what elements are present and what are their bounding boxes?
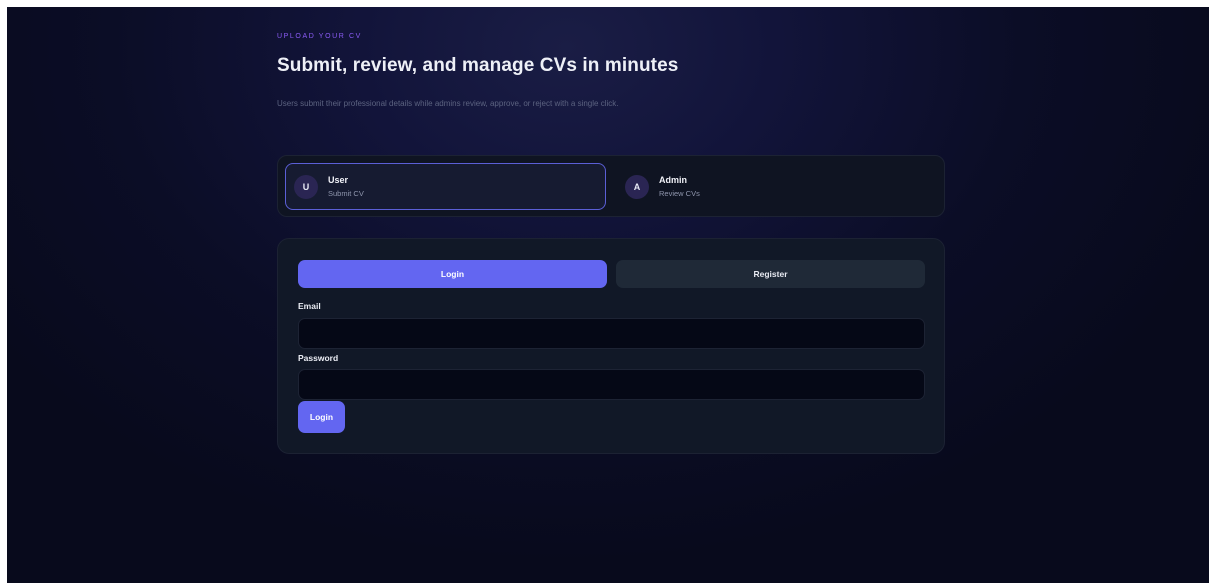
password-label: Password [298, 353, 339, 363]
page-title: Submit, review, and manage CVs in minute… [277, 55, 679, 76]
role-text: User Submit CV [328, 175, 364, 198]
auth-card: Login Register Email Password Login [277, 238, 945, 454]
eyebrow-label: UPLOAD YOUR CV [277, 33, 362, 40]
role-text: Admin Review CVs [659, 175, 700, 198]
user-avatar: U [294, 174, 318, 199]
auth-tabs: Login Register [298, 260, 925, 288]
role-name: User [328, 175, 349, 185]
role-description: Submit CV [328, 189, 364, 198]
login-submit-button[interactable]: Login [298, 401, 345, 433]
role-option-user[interactable]: U User Submit CV [285, 163, 606, 210]
email-label: Email [298, 301, 321, 311]
role-switcher: U User Submit CV A Admin Review CVs [277, 155, 945, 217]
app-window: UPLOAD YOUR CV Submit, review, and manag… [7, 7, 1209, 583]
admin-avatar: A [625, 174, 649, 199]
role-description: Review CVs [659, 189, 700, 198]
role-option-admin[interactable]: A Admin Review CVs [616, 163, 937, 210]
tab-register[interactable]: Register [616, 260, 925, 288]
page-subtitle: Users submit their professional details … [277, 99, 619, 108]
role-name: Admin [659, 175, 687, 185]
tab-login[interactable]: Login [298, 260, 607, 288]
password-field[interactable] [298, 369, 925, 400]
email-field[interactable] [298, 318, 925, 349]
